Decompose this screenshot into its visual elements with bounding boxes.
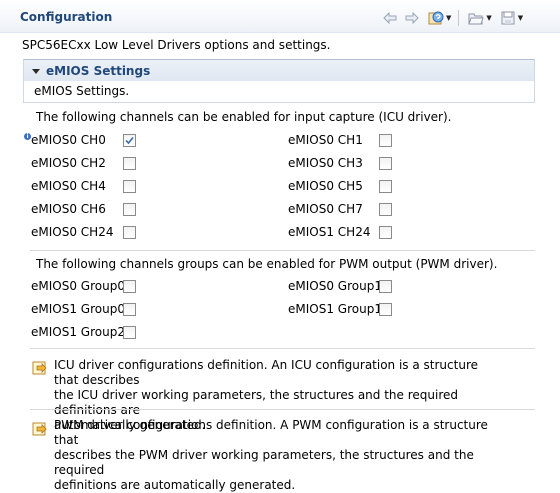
icu-channel-checkbox[interactable] (123, 134, 136, 147)
icu-channel-label: eMIOS0 CH5 (288, 179, 363, 193)
save-dropdown-arrow-icon[interactable]: ▼ (518, 14, 523, 22)
icu-channel-checkbox[interactable] (379, 180, 392, 193)
form-header: Configuration ▼ ▼ ▼ (0, 0, 560, 33)
pwm-group-label: eMIOS0 Group0 (31, 279, 125, 293)
collapse-triangle-icon[interactable] (32, 68, 40, 74)
pwm-group-checkbox[interactable] (123, 303, 136, 316)
divider (30, 250, 535, 251)
icu-channel-label: eMIOS0 CH2 (31, 156, 106, 170)
icu-channel-label: eMIOS0 CH0 (31, 133, 106, 147)
page-subtitle: SPC56ECxx Low Level Drivers options and … (22, 38, 331, 52)
pwm-group-label: eMIOS1 Group2 (31, 325, 125, 339)
section-description: eMIOS Settings. (34, 84, 130, 98)
icu-channel-checkbox[interactable] (123, 180, 136, 193)
definition-line: PWM driver configurations definition. A … (54, 418, 488, 447)
section-header[interactable]: eMIOS Settings (24, 60, 534, 81)
definition-line: ICU driver configurations definition. An… (54, 358, 478, 387)
pwm-group-checkbox[interactable] (379, 303, 392, 316)
definition-line: definitions are automatically generated. (54, 478, 296, 492)
divider (30, 409, 535, 410)
emios-settings-section: eMIOS Settings eMIOS Settings. (23, 59, 535, 103)
icu-channel-label: eMIOS0 CH7 (288, 202, 363, 216)
icu-channel-checkbox[interactable] (379, 157, 392, 170)
icu-channel-label: eMIOS0 CH1 (288, 133, 363, 147)
icu-channel-label: eMIOS0 CH24 (31, 225, 114, 239)
help-dropdown-arrow-icon[interactable]: ▼ (446, 14, 451, 22)
save-disk-icon[interactable] (499, 9, 517, 27)
icu-channel-checkbox[interactable] (123, 157, 136, 170)
forward-arrow-icon[interactable] (403, 9, 421, 27)
icu-channel-checkbox[interactable] (123, 203, 136, 216)
pwm-group-label: eMIOS1 Group0 (31, 302, 125, 316)
definition-line: describes the PWM driver working paramet… (54, 448, 474, 477)
icu-channel-checkbox[interactable] (123, 226, 136, 239)
icu-channel-label: eMIOS1 CH24 (288, 225, 371, 239)
definition-line: the ICU driver working parameters, the s… (54, 388, 458, 417)
pwm-config-definition[interactable]: PWM driver configurations definition. A … (54, 418, 504, 493)
pwm-group-label: eMIOS0 Group1 (288, 279, 382, 293)
pwm-group-checkbox[interactable] (379, 280, 392, 293)
open-dropdown-arrow-icon[interactable]: ▼ (486, 14, 491, 22)
icu-channel-checkbox[interactable] (379, 203, 392, 216)
icu-channel-label: eMIOS0 CH4 (31, 179, 106, 193)
pwm-config-link-icon[interactable] (32, 421, 48, 437)
open-folder-icon[interactable] (467, 9, 485, 27)
icu-channel-checkbox[interactable] (379, 134, 392, 147)
icu-channel-checkbox[interactable] (379, 226, 392, 239)
divider (30, 348, 535, 349)
header-toolbar: ▼ ▼ ▼ (381, 9, 526, 27)
section-title: eMIOS Settings (46, 63, 151, 78)
icu-channels-label: The following channels can be enabled fo… (36, 110, 452, 124)
pwm-group-checkbox[interactable] (123, 280, 136, 293)
help-contents-icon[interactable] (427, 9, 445, 27)
back-arrow-icon[interactable] (381, 9, 399, 27)
page-title: Configuration (20, 10, 113, 24)
icu-channel-label: eMIOS0 CH3 (288, 156, 363, 170)
icu-channel-label: eMIOS0 CH6 (31, 202, 106, 216)
info-decorator-icon: i (24, 133, 31, 140)
pwm-group-checkbox[interactable] (123, 326, 136, 339)
icu-config-link-icon[interactable] (32, 360, 48, 376)
pwm-group-label: eMIOS1 Group1 (288, 302, 382, 316)
pwm-groups-label: The following channels groups can be ena… (36, 257, 498, 271)
toolbar-separator (458, 10, 460, 26)
